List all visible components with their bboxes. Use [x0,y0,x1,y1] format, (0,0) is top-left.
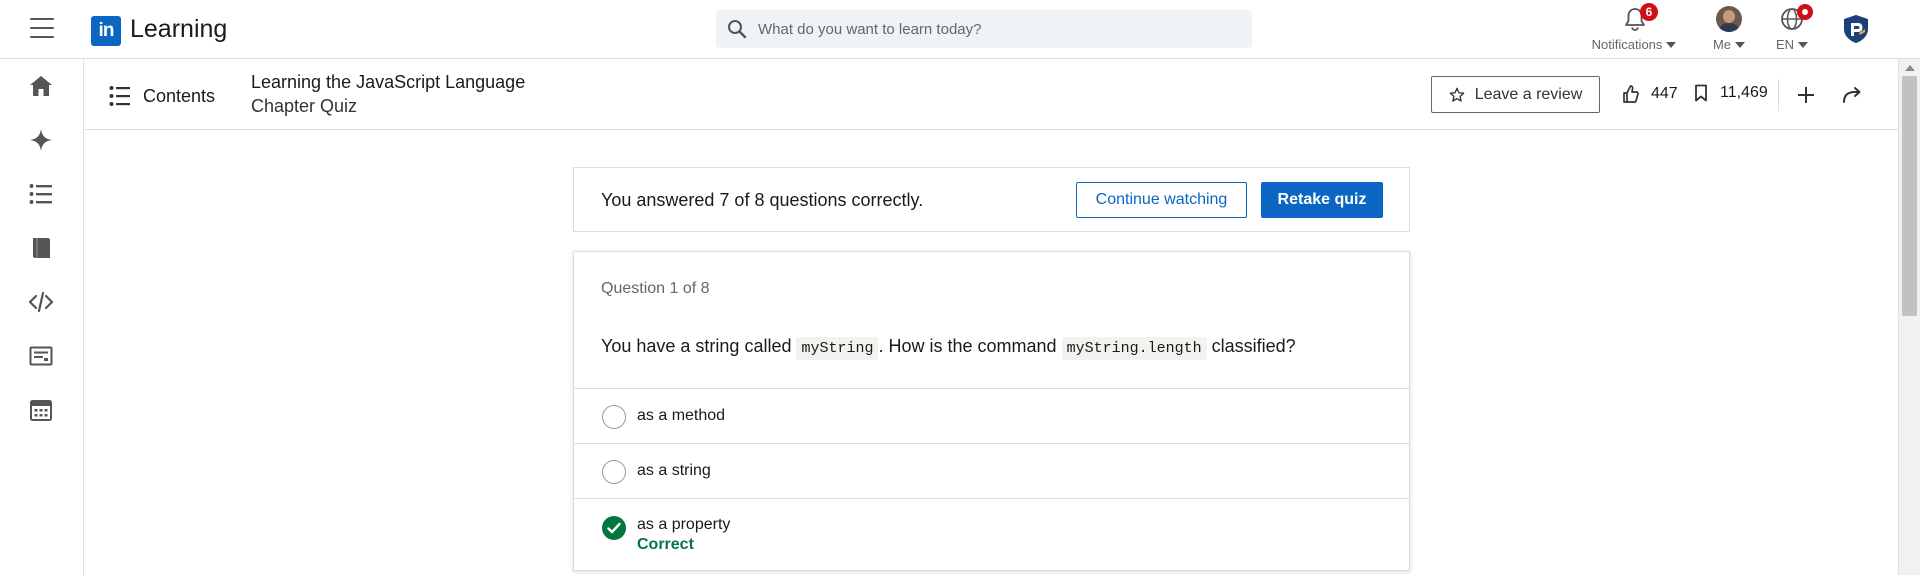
likes-count: 447 [1651,85,1678,102]
code-icon[interactable] [28,289,54,315]
table-of-contents-icon [109,86,130,106]
scroll-up-arrow-icon[interactable] [1905,65,1915,71]
share-icon[interactable] [1840,83,1864,107]
me-nav[interactable]: Me [1706,4,1752,56]
language-alert-badge [1797,4,1813,20]
avatar [1716,6,1742,32]
inline-code: myString.length [1061,337,1207,360]
home-icon[interactable] [28,73,54,99]
course-title[interactable]: Learning the JavaScript Language [251,72,525,93]
answer-option[interactable]: as a method [574,388,1409,443]
notifications-nav[interactable]: 6 Notifications [1586,3,1682,56]
chevron-down-icon [1798,42,1809,48]
question-counter: Question 1 of 8 [601,280,710,297]
correct-feedback: Correct [637,536,694,553]
search-bar [716,10,1252,48]
page-scrollbar[interactable] [1898,59,1920,575]
star-icon [1449,87,1465,102]
leave-review-label: Leave a review [1474,85,1583,103]
course-header: Contents Learning the JavaScript Languag… [85,59,1898,130]
search-input[interactable] [758,10,1238,48]
top-navigation-bar: in Learning 6 Notifications Me EN [0,0,1920,59]
section-title: Chapter Quiz [251,96,358,116]
bookmark-icon [1695,84,1707,102]
continue-watching-button[interactable]: Continue watching [1076,182,1247,218]
saves-stat[interactable]: 11,469 [1694,84,1768,102]
likes-stat[interactable]: 447 [1621,84,1678,104]
checkmark-icon [602,516,626,540]
list-icon[interactable] [28,181,54,207]
contents-label: Contents [143,85,216,106]
organization-shield-logo[interactable] [1843,14,1869,44]
radio-button[interactable] [602,460,626,484]
contents-button[interactable]: Contents [109,83,215,109]
search-icon [728,20,747,39]
calendar-icon[interactable] [28,397,54,423]
hamburger-menu-icon[interactable] [30,18,54,38]
add-icon[interactable] [1794,83,1818,107]
radio-button[interactable] [602,405,626,429]
answer-option[interactable]: as a string [574,443,1409,498]
question-text-part: classified? [1206,336,1296,356]
language-nav[interactable]: EN [1771,4,1813,56]
notifications-label: Notifications [1591,37,1663,52]
answer-option-label: as a property [637,516,731,533]
chevron-down-icon [1735,42,1746,48]
question-text-part: . How is the command [878,336,1062,356]
linkedin-logo[interactable]: in [91,16,121,46]
retake-quiz-button[interactable]: Retake quiz [1261,182,1383,218]
saves-count: 11,469 [1720,84,1768,101]
leave-review-button[interactable]: Leave a review [1431,76,1600,113]
quiz-result-banner: You answered 7 of 8 questions correctly.… [573,167,1410,232]
certificate-icon[interactable] [28,343,54,369]
scroll-thumb[interactable] [1902,76,1917,316]
answer-option-correct[interactable]: as a property Correct [574,498,1409,570]
question-card: Question 1 of 8 You have a string called… [573,251,1410,571]
inline-code: myString [796,337,879,360]
notification-count-badge: 6 [1640,3,1658,21]
question-text: You have a string called myString. How i… [601,336,1296,360]
chevron-down-icon [1666,42,1677,48]
thumbs-up-icon [1623,85,1639,103]
left-sidebar [0,59,84,575]
question-text-part: You have a string called [601,336,797,356]
header-divider [1778,79,1779,111]
answer-option-label: as a string [637,462,711,479]
book-icon[interactable] [28,235,54,261]
language-label: EN [1775,37,1795,52]
answer-option-label: as a method [637,407,726,424]
sparkle-icon[interactable] [28,127,54,153]
learning-wordmark[interactable]: Learning [130,15,227,44]
me-label: Me [1712,37,1732,52]
quiz-result-text: You answered 7 of 8 questions correctly. [601,190,924,210]
